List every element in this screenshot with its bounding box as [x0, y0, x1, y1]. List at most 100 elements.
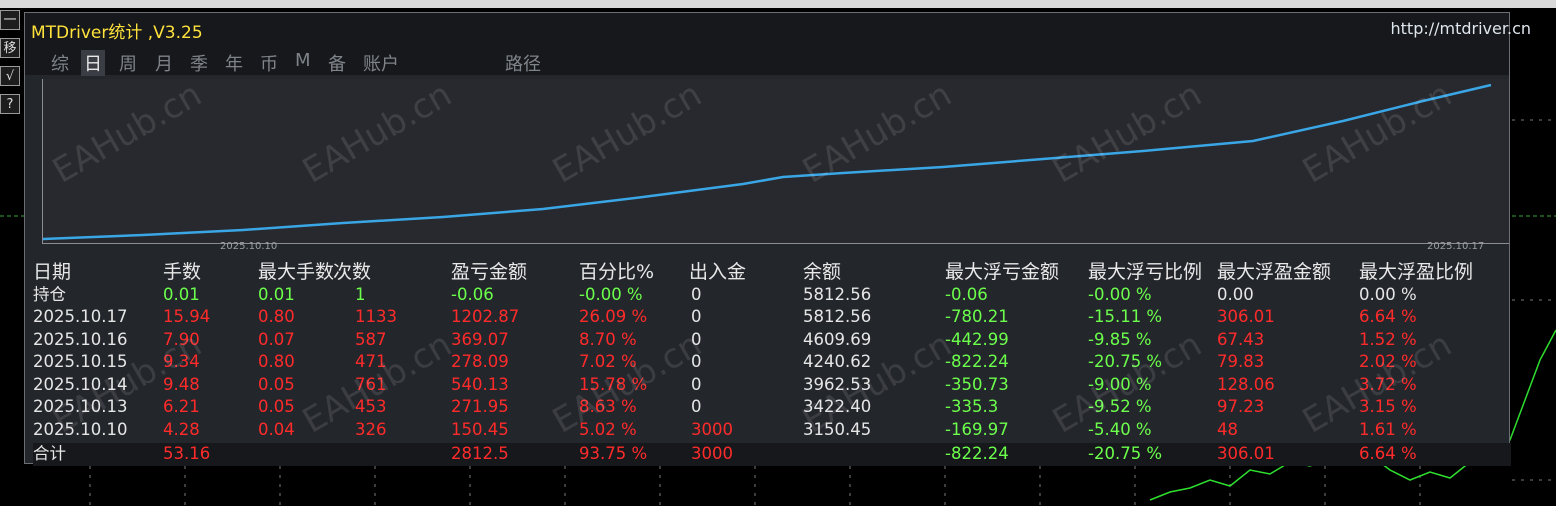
table-cell: -0.06: [945, 284, 988, 304]
header-date: 日期: [33, 261, 72, 283]
table-cell: 0.01: [258, 284, 295, 304]
panel-title-bar: MTDriver统计 ,V3.25 http://mtdriver.cn: [25, 13, 1531, 43]
equity-x-start-label: 2025.10.10: [220, 241, 278, 252]
table-row: 2025.10.17 15.94 0.80 1133 1202.87 26.09…: [33, 306, 1511, 329]
header-balance: 余额: [803, 261, 842, 283]
table-cell: -0.00 %: [579, 284, 643, 304]
table-cell: 3.72 %: [1359, 374, 1417, 394]
website-link[interactable]: http://mtdriver.cn: [1391, 19, 1532, 38]
table-cell: 15.94: [163, 307, 211, 326]
tab-account[interactable]: 账户: [363, 50, 399, 76]
table-cell: -9.52 %: [1088, 397, 1152, 416]
table-cell: 587: [355, 329, 387, 349]
table-cell: 1.61 %: [1359, 419, 1417, 439]
minimize-icon[interactable]: 一: [0, 10, 20, 30]
table-cell: 453: [355, 397, 387, 416]
period-tabs: 综 日 周 月 季 年 币 M 备 账户 路径: [25, 43, 1509, 76]
tab-month[interactable]: 月: [155, 50, 173, 76]
table-cell: 0.80: [258, 307, 295, 326]
equity-x-end-label: 2025.10.17: [1427, 241, 1485, 252]
header-max-float-profit: 最大浮盈金额: [1217, 261, 1332, 283]
table-cell: 6.21: [163, 397, 200, 416]
table-cell: -335.3: [945, 397, 999, 416]
table-cell: 4609.69: [803, 329, 872, 349]
table-cell: 150.45: [451, 419, 509, 439]
header-pnl: 盈亏金额: [451, 261, 528, 283]
table-cell: 8.63 %: [579, 397, 637, 416]
table-cell: 5.02 %: [579, 419, 637, 439]
table-cell: 2025.10.16: [33, 329, 128, 349]
table-cell: 0.04: [258, 419, 295, 439]
statistics-panel: MTDriver统计 ,V3.25 http://mtdriver.cn 综 日…: [24, 12, 1531, 466]
table-cell: 271.95: [451, 397, 509, 416]
tab-day[interactable]: 日: [81, 50, 105, 76]
table-cell: 2025.10.17: [33, 307, 128, 326]
table-cell: 278.09: [451, 352, 509, 371]
table-cell: 306.01: [1217, 444, 1275, 463]
table-cell: 0.05: [258, 374, 295, 394]
header-count: 次数: [333, 261, 372, 283]
table-cell: 1: [355, 284, 366, 304]
table-cell: 0.80: [258, 352, 295, 371]
tab-m[interactable]: M: [295, 50, 311, 71]
table-cell: 0: [691, 329, 702, 349]
table-cell: 0.00 %: [1359, 284, 1417, 304]
table-cell: 9.48: [163, 374, 200, 394]
move-icon[interactable]: 移: [0, 38, 20, 58]
table-cell: 3422.40: [803, 397, 872, 416]
table-cell: -20.75 %: [1088, 444, 1163, 463]
header-deposit: 出入金: [689, 261, 747, 283]
total-row: 合计 53.16 2812.5 93.75 % 3000 -822.24 -20…: [33, 443, 1511, 466]
table-cell: 369.07: [451, 329, 509, 349]
tab-week[interactable]: 周: [119, 50, 137, 76]
table-cell: 0: [691, 284, 702, 304]
table-cell: -350.73: [945, 374, 1009, 394]
table-cell: 26.09 %: [579, 307, 648, 326]
table-cell: -20.75 %: [1088, 352, 1163, 371]
tab-notes[interactable]: 备: [328, 50, 346, 76]
table-cell: -780.21: [945, 307, 1009, 326]
table-cell: 93.75 %: [579, 444, 648, 463]
table-cell: 6.64 %: [1359, 444, 1417, 463]
table-header-row: 日期 手数 最大手数 次数 盈亏金额 百分比% 出入金 余额 最大浮亏金额 最大…: [33, 261, 1511, 284]
table-cell: -822.24: [945, 444, 1009, 463]
table-cell: 4.28: [163, 419, 200, 439]
tab-year[interactable]: 年: [225, 50, 243, 76]
table-cell: -15.11 %: [1088, 307, 1163, 326]
table-cell: 0: [691, 307, 702, 326]
table-cell: 合计: [33, 444, 66, 463]
equity-curve-chart: [42, 79, 1509, 244]
table-cell: 2025.10.10: [33, 419, 128, 439]
statistics-table: 日期 手数 最大手数 次数 盈亏金额 百分比% 出入金 余额 最大浮亏金额 最大…: [33, 261, 1511, 466]
position-row: 持仓 0.01 0.01 1 -0.06 -0.00 % 0 5812.56 -…: [33, 284, 1511, 307]
table-cell: 4240.62: [803, 352, 872, 371]
header-max-lots: 最大手数: [258, 261, 335, 283]
table-cell: 471: [355, 352, 387, 371]
table-cell: 2.02 %: [1359, 352, 1417, 371]
help-icon[interactable]: ?: [0, 94, 20, 114]
table-cell: 5812.56: [803, 307, 872, 326]
table-cell: -0.00 %: [1088, 284, 1152, 304]
table-cell: 0.00: [1217, 284, 1254, 304]
table-cell: 0: [691, 374, 702, 394]
left-toolbar: 一 移 √ ?: [0, 10, 22, 122]
table-cell: 3000: [691, 444, 733, 463]
table-cell: 7.02 %: [579, 352, 637, 371]
equity-curve-svg: [42, 83, 1492, 241]
table-row: 2025.10.10 4.28 0.04 326 150.45 5.02 % 3…: [33, 419, 1511, 442]
table-cell: -169.97: [945, 419, 1009, 439]
table-cell: -0.06: [451, 284, 494, 304]
table-cell: 2025.10.15: [33, 352, 128, 371]
table-cell: 0.07: [258, 329, 295, 349]
table-cell: 1.52 %: [1359, 329, 1417, 349]
table-cell: 2025.10.13: [33, 397, 128, 416]
tab-path[interactable]: 路径: [505, 50, 541, 76]
header-max-float-profit-pct: 最大浮盈比例: [1359, 261, 1474, 283]
tab-quarter[interactable]: 季: [190, 50, 208, 76]
check-icon[interactable]: √: [0, 66, 20, 86]
tab-summary[interactable]: 综: [51, 50, 69, 76]
table-cell: 67.43: [1217, 329, 1265, 349]
tab-currency[interactable]: 币: [260, 50, 278, 76]
table-cell: 0.01: [163, 284, 200, 304]
table-cell: 0: [691, 352, 702, 371]
